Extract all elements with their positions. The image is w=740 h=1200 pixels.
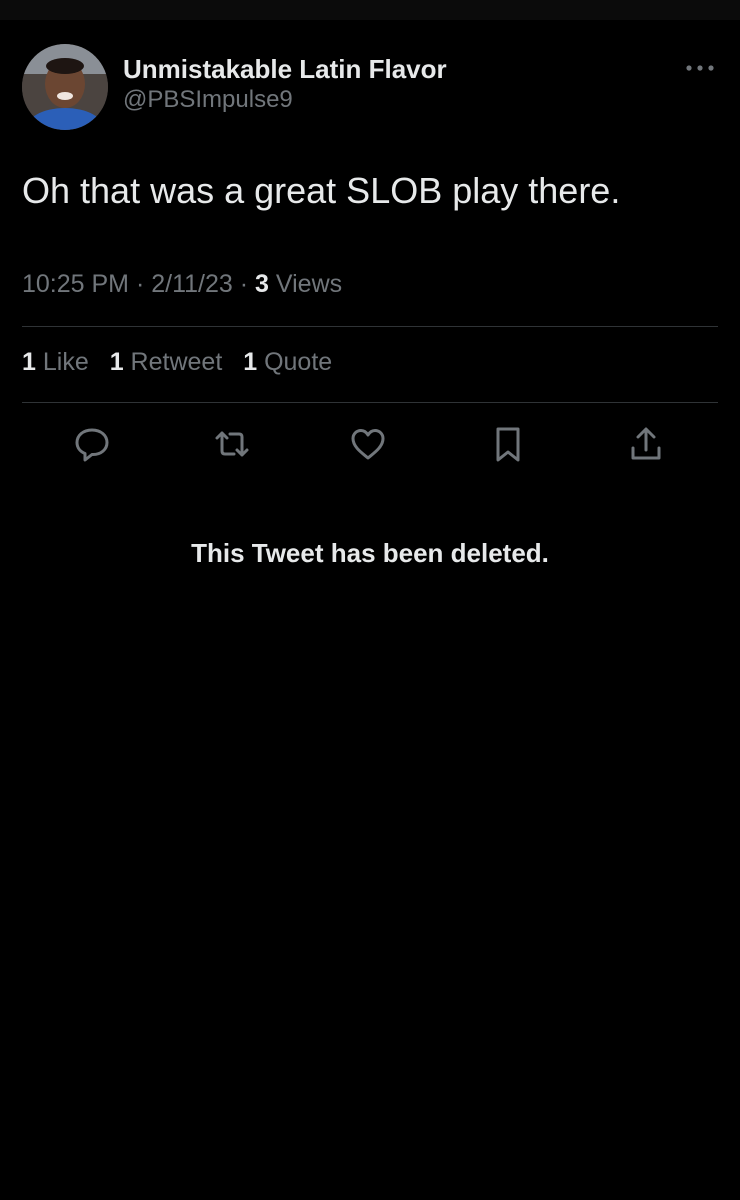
share-icon	[631, 427, 661, 460]
avatar[interactable]	[22, 44, 108, 130]
quotes-count: 1	[243, 348, 258, 376]
meta-separator: ·	[135, 270, 145, 298]
avatar-image	[22, 44, 108, 130]
retweet-button[interactable]	[210, 422, 254, 466]
share-button[interactable]	[624, 422, 668, 466]
views-label: Views	[275, 270, 343, 298]
tweet-text: Oh that was a great SLOB play there.	[22, 170, 621, 211]
deleted-notice: This Tweet has been deleted.	[191, 538, 549, 568]
likes-count: 1	[22, 348, 36, 376]
likes-stat[interactable]: 1 Like	[22, 348, 89, 376]
retweets-stat[interactable]: 1 Retweet	[110, 348, 223, 376]
retweet-icon	[215, 431, 249, 457]
more-options-icon[interactable]	[684, 58, 716, 78]
tweet-meta: 10:25 PM · 2/11/23 · 3 Views	[22, 270, 342, 299]
views-count: 3	[255, 270, 269, 298]
quotes-stat[interactable]: 1 Quote	[243, 348, 332, 376]
tweet-date[interactable]: 2/11/23	[151, 270, 233, 298]
reply-icon	[75, 428, 109, 462]
retweets-count: 1	[109, 348, 124, 376]
likes-label: Like	[42, 348, 89, 376]
bookmark-icon	[496, 427, 520, 462]
retweets-label: Retweet	[130, 348, 223, 376]
display-name[interactable]: Unmistakable Latin Flavor	[123, 54, 447, 85]
meta-separator: ·	[239, 270, 249, 298]
reply-button[interactable]	[70, 422, 114, 466]
like-button[interactable]	[346, 422, 390, 466]
user-handle[interactable]: @PBSImpulse9	[123, 86, 293, 114]
divider	[22, 326, 718, 327]
bookmark-button[interactable]	[486, 422, 530, 466]
status-bar	[0, 0, 740, 20]
engagement-stats: 1 Like 1 Retweet 1 Quote	[22, 348, 346, 377]
divider	[22, 402, 718, 403]
like-icon	[351, 429, 385, 460]
quotes-label: Quote	[264, 348, 333, 376]
tweet-time[interactable]: 10:25 PM	[22, 270, 129, 298]
